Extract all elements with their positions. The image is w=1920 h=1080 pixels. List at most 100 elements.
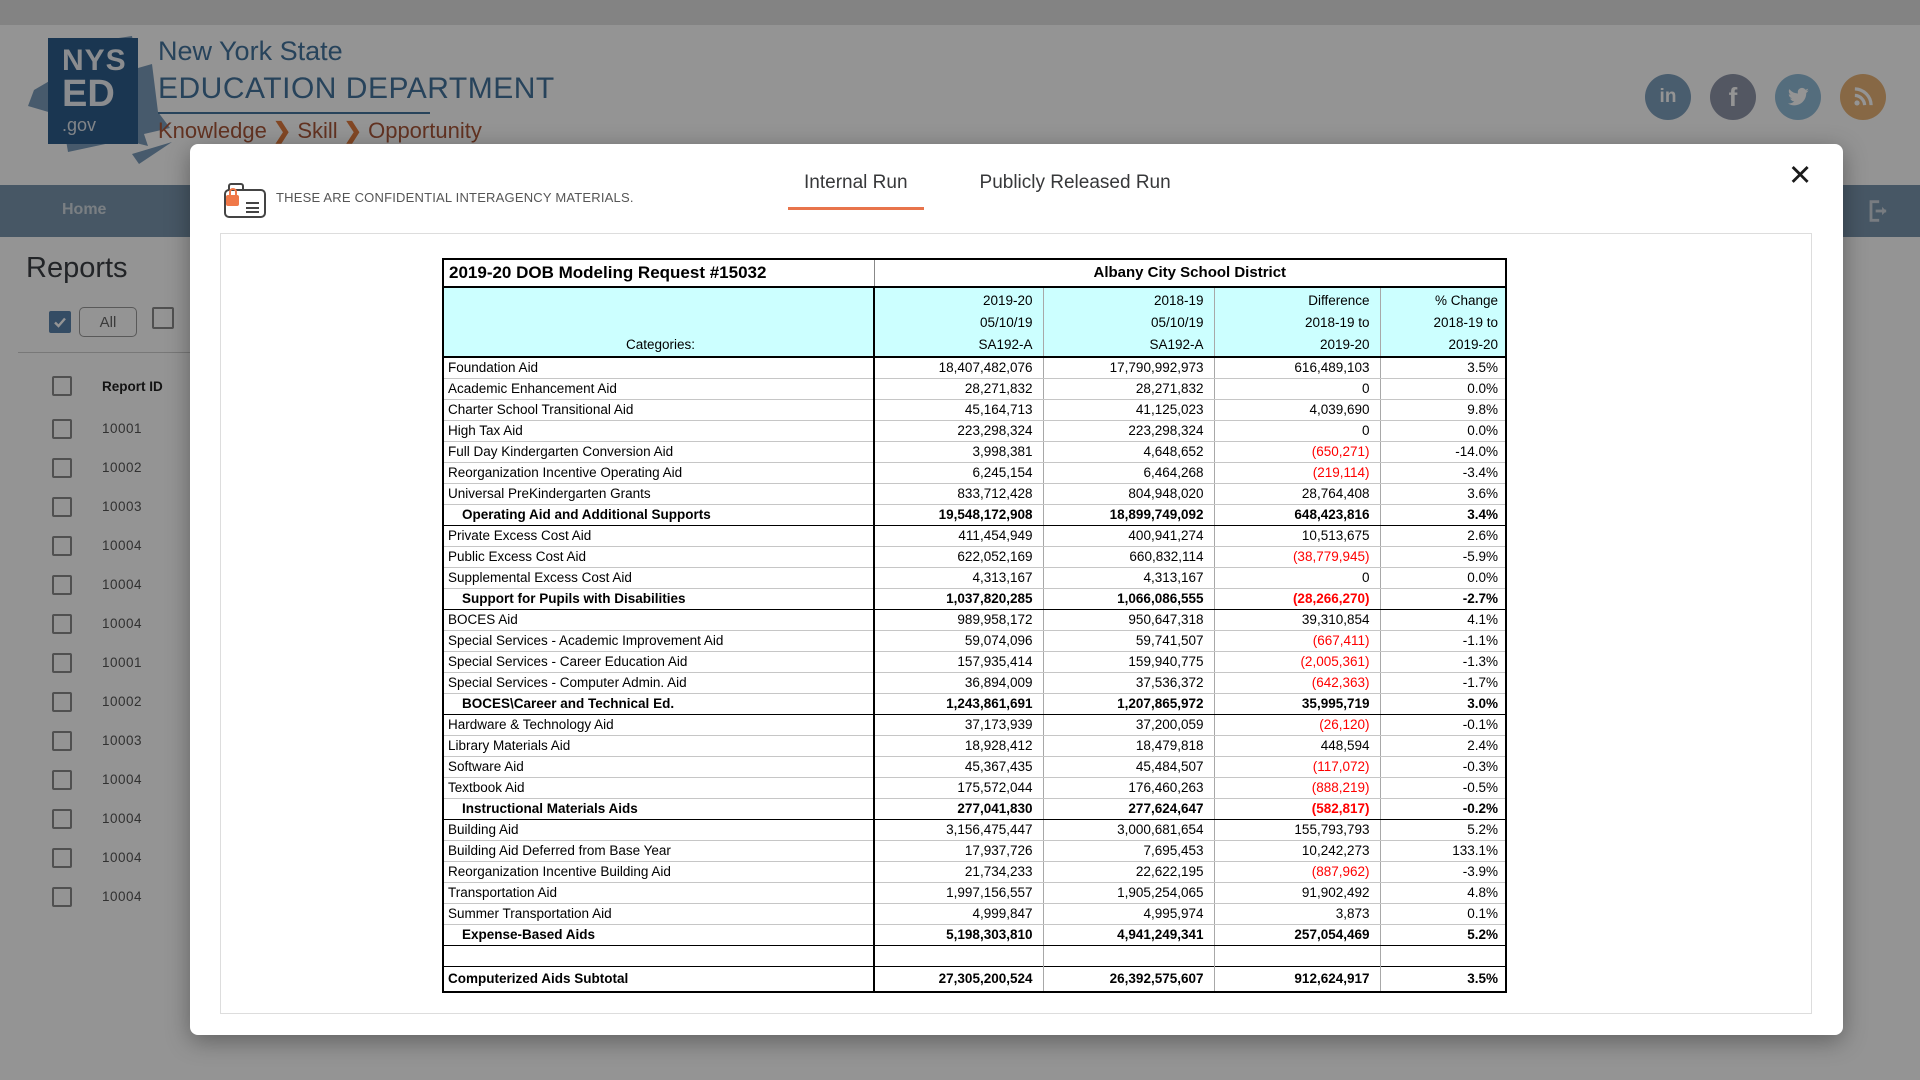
value-cell: 1,243,861,691 [874, 693, 1043, 714]
category-cell: BOCES Aid [443, 609, 874, 630]
value-cell: 9.8% [1380, 399, 1506, 420]
value-cell [874, 945, 1043, 966]
value-cell: 4,313,167 [874, 567, 1043, 588]
value-cell [1380, 945, 1506, 966]
value-cell: 27,305,200,524 [874, 966, 1043, 992]
category-cell: Special Services - Career Education Aid [443, 651, 874, 672]
value-cell: (219,114) [1214, 462, 1380, 483]
value-cell: 41,125,023 [1043, 399, 1214, 420]
table-row: Expense-Based Aids5,198,303,8104,941,249… [443, 924, 1506, 945]
category-cell: Summer Transportation Aid [443, 903, 874, 924]
table-row: Foundation Aid18,407,482,07617,790,992,9… [443, 357, 1506, 378]
category-cell: Building Aid [443, 819, 874, 840]
value-cell: 4,039,690 [1214, 399, 1380, 420]
category-cell: Academic Enhancement Aid [443, 378, 874, 399]
value-cell: 28,271,832 [1043, 378, 1214, 399]
value-cell: 5.2% [1380, 924, 1506, 945]
value-cell: 10,242,273 [1214, 840, 1380, 861]
value-cell: 35,995,719 [1214, 693, 1380, 714]
district-name: Albany City School District [874, 259, 1506, 287]
value-cell: 0 [1214, 567, 1380, 588]
value-cell: 4,941,249,341 [1043, 924, 1214, 945]
category-cell: Universal PreKindergarten Grants [443, 483, 874, 504]
spacer-row [443, 945, 1506, 966]
value-cell: 17,937,726 [874, 840, 1043, 861]
column-header: 2018-1905/10/19SA192-A [1043, 287, 1214, 357]
category-cell: Private Excess Cost Aid [443, 525, 874, 546]
value-cell: 1,207,865,972 [1043, 693, 1214, 714]
value-cell: -1.3% [1380, 651, 1506, 672]
value-cell: 400,941,274 [1043, 525, 1214, 546]
value-cell: 912,624,917 [1214, 966, 1380, 992]
table-row: BOCES\Career and Technical Ed.1,243,861,… [443, 693, 1506, 714]
value-cell: 18,479,818 [1043, 735, 1214, 756]
value-cell: 22,622,195 [1043, 861, 1214, 882]
value-cell: 18,407,482,076 [874, 357, 1043, 378]
value-cell: 616,489,103 [1214, 357, 1380, 378]
category-cell: Foundation Aid [443, 357, 874, 378]
table-row: Special Services - Computer Admin. Aid36… [443, 672, 1506, 693]
tab-publicly-released-run[interactable]: Publicly Released Run [964, 168, 1187, 210]
value-cell: 45,164,713 [874, 399, 1043, 420]
value-cell: 411,454,949 [874, 525, 1043, 546]
value-cell: 91,902,492 [1214, 882, 1380, 903]
table-row: Reorganization Incentive Operating Aid6,… [443, 462, 1506, 483]
category-cell: Support for Pupils with Disabilities [443, 588, 874, 609]
category-cell: Transportation Aid [443, 882, 874, 903]
value-cell: 833,712,428 [874, 483, 1043, 504]
value-cell: -1.7% [1380, 672, 1506, 693]
category-cell: Reorganization Incentive Building Aid [443, 861, 874, 882]
value-cell: 4,999,847 [874, 903, 1043, 924]
value-cell: -0.2% [1380, 798, 1506, 819]
value-cell: (117,072) [1214, 756, 1380, 777]
value-cell: 19,548,172,908 [874, 504, 1043, 525]
table-row: High Tax Aid223,298,324223,298,32400.0% [443, 420, 1506, 441]
table-row: Special Services - Academic Improvement … [443, 630, 1506, 651]
value-cell: 26,392,575,607 [1043, 966, 1214, 992]
category-cell: Textbook Aid [443, 777, 874, 798]
category-cell: Software Aid [443, 756, 874, 777]
value-cell: 804,948,020 [1043, 483, 1214, 504]
value-cell: 0.0% [1380, 420, 1506, 441]
value-cell: 3.0% [1380, 693, 1506, 714]
run-tabs: Internal Run Publicly Released Run [788, 168, 1187, 210]
report-content-box: 2019-20 DOB Modeling Request #15032 Alba… [220, 233, 1812, 1014]
value-cell: 3,998,381 [874, 441, 1043, 462]
table-row: Full Day Kindergarten Conversion Aid3,99… [443, 441, 1506, 462]
value-cell: (26,120) [1214, 714, 1380, 735]
table-row: Summer Transportation Aid4,999,8474,995,… [443, 903, 1506, 924]
value-cell: (887,962) [1214, 861, 1380, 882]
value-cell: 21,734,233 [874, 861, 1043, 882]
value-cell: 648,423,816 [1214, 504, 1380, 525]
value-cell: -3.4% [1380, 462, 1506, 483]
value-cell: -0.5% [1380, 777, 1506, 798]
value-cell: 0.0% [1380, 567, 1506, 588]
confidential-briefcase-lock-icon [222, 182, 268, 218]
category-cell: Charter School Transitional Aid [443, 399, 874, 420]
confidential-note: THESE ARE CONFIDENTIAL INTERAGENCY MATER… [276, 190, 634, 205]
value-cell: 6,245,154 [874, 462, 1043, 483]
category-cell: Building Aid Deferred from Base Year [443, 840, 874, 861]
close-icon[interactable]: ✕ [1788, 162, 1812, 191]
tab-internal-run[interactable]: Internal Run [788, 168, 924, 210]
value-cell: 37,536,372 [1043, 672, 1214, 693]
category-cell: Computerized Aids Subtotal [443, 966, 874, 992]
value-cell: 0 [1214, 420, 1380, 441]
value-cell: 0.0% [1380, 378, 1506, 399]
value-cell: (28,266,270) [1214, 588, 1380, 609]
value-cell: 133.1% [1380, 840, 1506, 861]
value-cell: -1.1% [1380, 630, 1506, 651]
value-cell: 3,156,475,447 [874, 819, 1043, 840]
category-cell: High Tax Aid [443, 420, 874, 441]
value-cell: 37,200,059 [1043, 714, 1214, 735]
table-row: Universal PreKindergarten Grants833,712,… [443, 483, 1506, 504]
value-cell [1043, 945, 1214, 966]
table-row: Private Excess Cost Aid411,454,949400,94… [443, 525, 1506, 546]
value-cell: 277,624,647 [1043, 798, 1214, 819]
category-cell: Hardware & Technology Aid [443, 714, 874, 735]
value-cell: 2.4% [1380, 735, 1506, 756]
category-cell: Full Day Kindergarten Conversion Aid [443, 441, 874, 462]
table-row: Supplemental Excess Cost Aid4,313,1674,3… [443, 567, 1506, 588]
value-cell: -3.9% [1380, 861, 1506, 882]
value-cell: 176,460,263 [1043, 777, 1214, 798]
